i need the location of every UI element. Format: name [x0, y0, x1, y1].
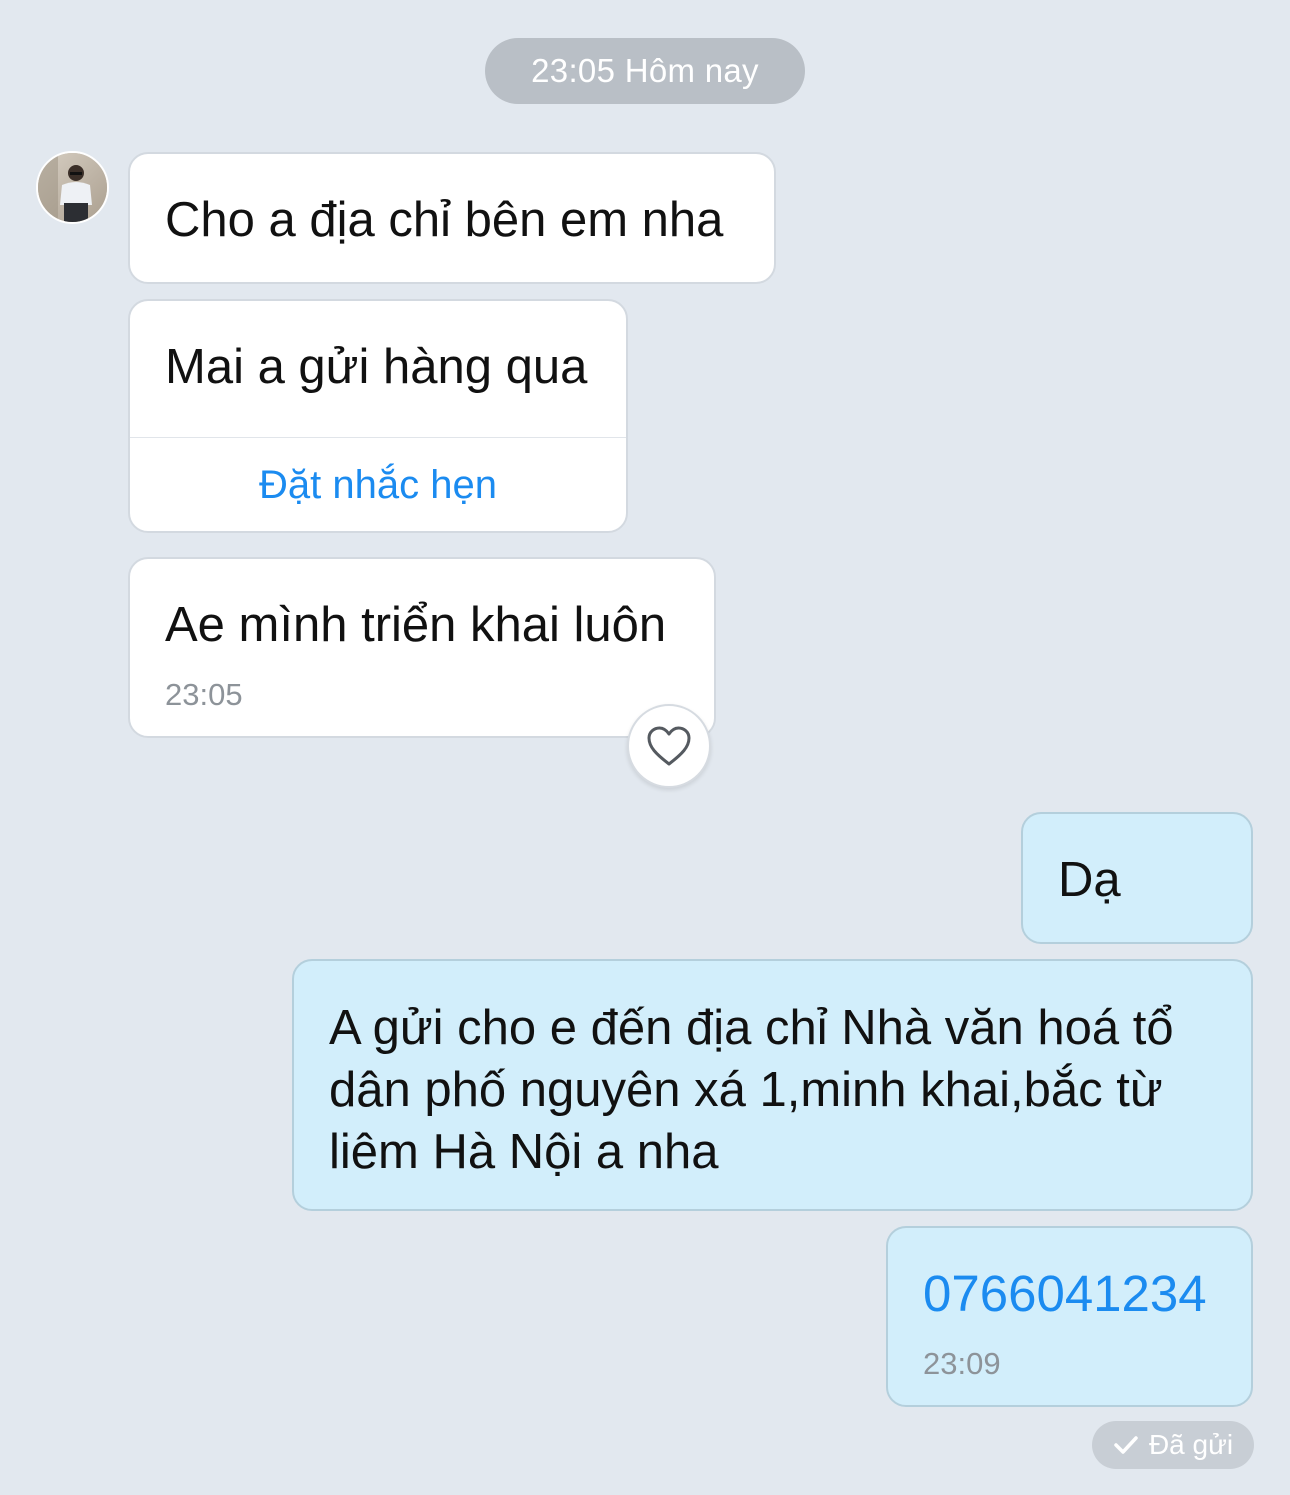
sender-avatar[interactable] — [36, 151, 109, 224]
incoming-message-2[interactable]: Mai a gửi hàng qua Đặt nhắc hẹn — [128, 299, 628, 533]
sent-status-badge: Đã gửi — [1092, 1421, 1254, 1469]
outgoing-message-1[interactable]: Dạ — [1021, 812, 1253, 944]
phone-number-link[interactable]: 0766041234 — [923, 1264, 1207, 1323]
sent-status-label: Đã gửi — [1148, 1429, 1234, 1460]
date-separator: 23:05 Hôm nay — [485, 38, 805, 104]
message-text: Cho a địa chỉ bên em nha — [165, 193, 724, 247]
outgoing-message-3[interactable]: 0766041234 23:09 — [886, 1226, 1253, 1407]
checkmark-icon — [1114, 1436, 1138, 1454]
message-time: 23:05 — [165, 677, 243, 712]
message-text: A gửi cho e đến địa chỉ Nhà văn hoá tổ d… — [329, 1001, 1174, 1179]
set-reminder-link[interactable]: Đặt nhắc hẹn — [130, 463, 626, 508]
user-avatar-icon — [38, 153, 107, 222]
date-separator-label: 23:05 Hôm nay — [531, 52, 759, 89]
divider — [130, 437, 626, 438]
message-text: Mai a gửi hàng qua — [165, 340, 588, 394]
reaction-button[interactable] — [627, 704, 711, 788]
incoming-message-1[interactable]: Cho a địa chỉ bên em nha — [128, 152, 776, 284]
incoming-message-3[interactable]: Ae mình triển khai luôn 23:05 — [128, 557, 716, 738]
message-text: Dạ — [1058, 853, 1121, 907]
heart-outline-icon — [647, 726, 691, 766]
message-text: Ae mình triển khai luôn — [165, 598, 667, 652]
message-time: 23:09 — [923, 1346, 1001, 1381]
outgoing-message-2[interactable]: A gửi cho e đến địa chỉ Nhà văn hoá tổ d… — [292, 959, 1253, 1211]
